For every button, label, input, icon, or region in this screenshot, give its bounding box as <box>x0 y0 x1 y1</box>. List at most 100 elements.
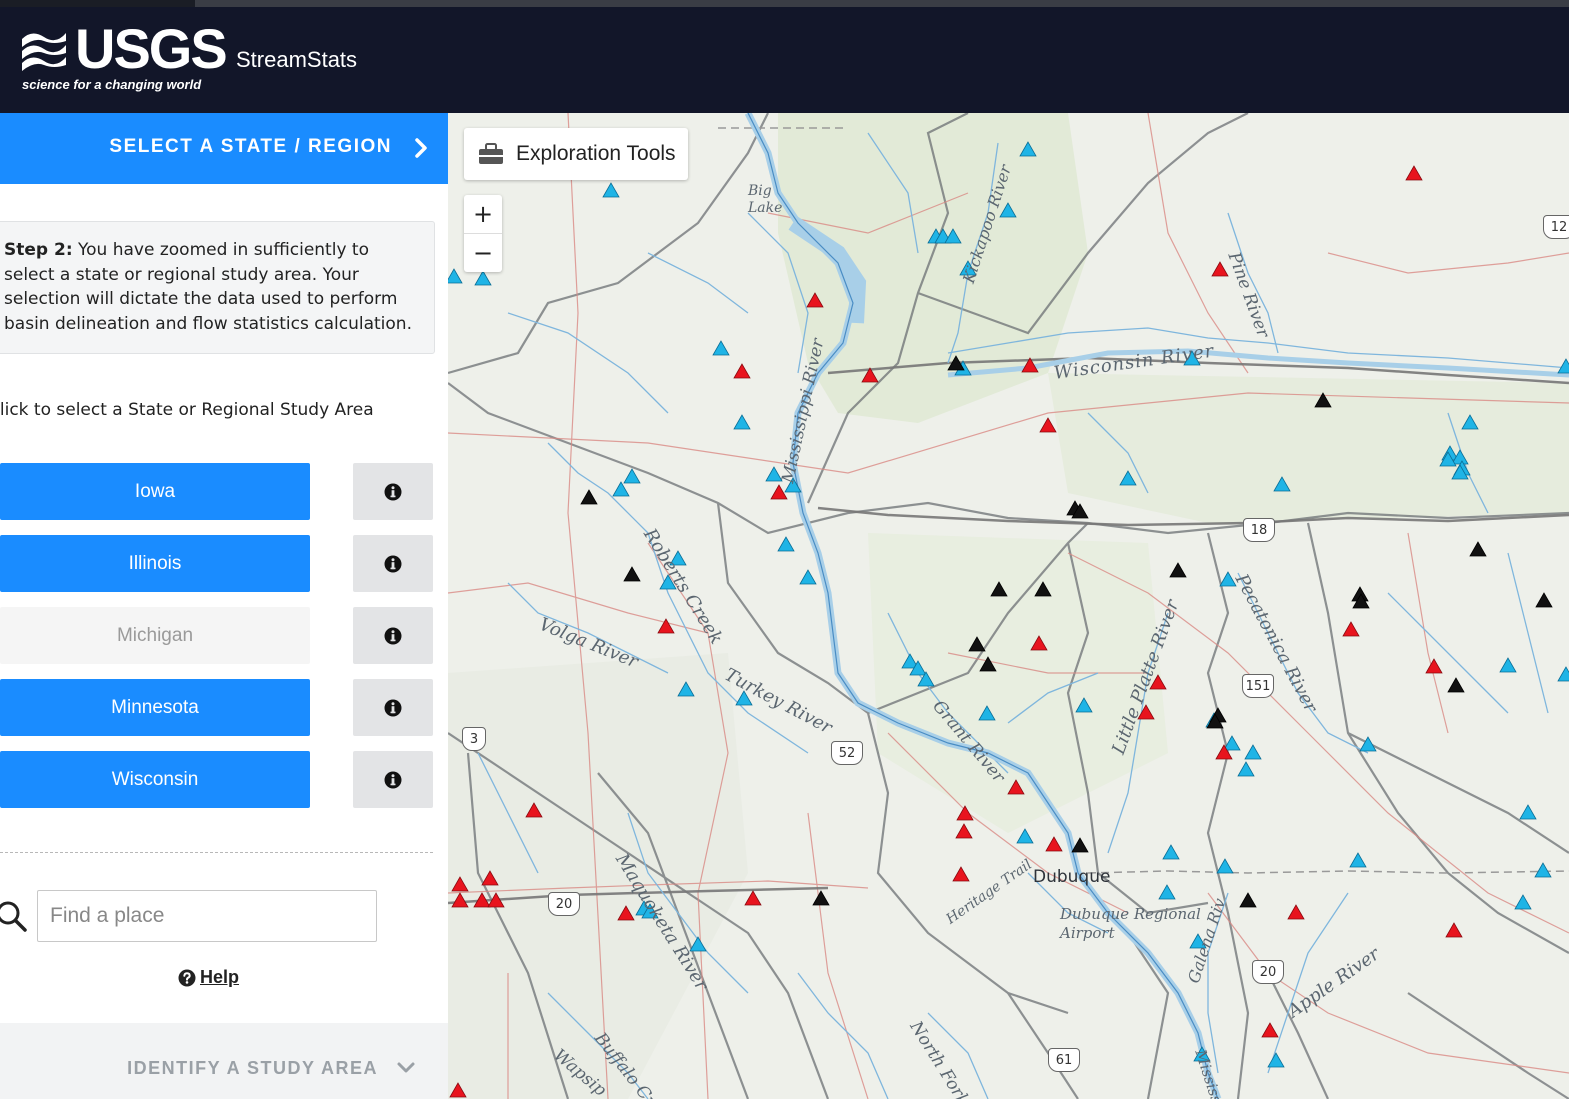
select-state-region-label: SELECT A STATE / REGION <box>109 136 392 157</box>
gage-marker-red[interactable] <box>1039 417 1057 433</box>
help-link[interactable]: Help <box>178 967 239 988</box>
gage-marker-blue[interactable] <box>1237 761 1255 777</box>
gage-marker-black[interactable] <box>1314 392 1332 408</box>
state-button-minnesota[interactable]: Minnesota <box>0 679 310 736</box>
gage-marker-red[interactable] <box>956 805 974 821</box>
info-button-illinois[interactable] <box>353 535 433 592</box>
gage-marker-blue[interactable] <box>1158 884 1176 900</box>
gage-marker-red[interactable] <box>617 905 635 921</box>
info-icon <box>384 699 402 716</box>
map-view[interactable]: Big Lake Kickapoo River Pine River Wisco… <box>448 113 1569 1099</box>
gage-marker-red[interactable] <box>451 892 469 908</box>
gage-marker-red[interactable] <box>525 802 543 818</box>
gage-marker-blue[interactable] <box>612 481 630 497</box>
gage-marker-red[interactable] <box>1342 621 1360 637</box>
gage-marker-blue[interactable] <box>677 681 695 697</box>
gage-marker-blue[interactable] <box>602 182 620 198</box>
app-title[interactable]: StreamStats <box>236 47 357 73</box>
gage-marker-blue[interactable] <box>1162 844 1180 860</box>
gage-marker-red[interactable] <box>733 363 751 379</box>
gage-marker-blue[interactable] <box>733 414 751 430</box>
gage-marker-black[interactable] <box>979 656 997 672</box>
gage-marker-black[interactable] <box>968 636 986 652</box>
gage-marker-red[interactable] <box>1405 165 1423 181</box>
gage-marker-red[interactable] <box>657 618 675 634</box>
gage-marker-red[interactable] <box>1030 635 1048 651</box>
select-state-region-header[interactable]: SELECT A STATE / REGION <box>0 113 448 184</box>
zoom-in-button[interactable]: + <box>464 195 502 233</box>
gage-marker-blue[interactable] <box>1461 414 1479 430</box>
gage-marker-red[interactable] <box>487 892 505 908</box>
state-button-iowa[interactable]: Iowa <box>0 463 310 520</box>
zoom-out-button[interactable]: − <box>464 234 502 272</box>
gage-marker-red[interactable] <box>1445 922 1463 938</box>
info-button-michigan[interactable] <box>353 607 433 664</box>
state-button-illinois[interactable]: Illinois <box>0 535 310 592</box>
gage-marker-blue[interactable] <box>777 536 795 552</box>
gage-marker-black[interactable] <box>1239 892 1257 908</box>
gage-marker-red[interactable] <box>1045 836 1063 852</box>
state-button-michigan[interactable]: Michigan <box>0 607 310 664</box>
gage-marker-blue[interactable] <box>1223 735 1241 751</box>
info-button-minnesota[interactable] <box>353 679 433 736</box>
gage-marker-red[interactable] <box>955 823 973 839</box>
gage-marker-blue[interactable] <box>1119 470 1137 486</box>
gage-marker-red[interactable] <box>1007 779 1025 795</box>
gage-marker-black[interactable] <box>1034 581 1052 597</box>
gage-marker-red[interactable] <box>744 890 762 906</box>
gage-marker-red[interactable] <box>451 876 469 892</box>
gage-marker-blue[interactable] <box>623 468 641 484</box>
gage-marker-blue[interactable] <box>1016 828 1034 844</box>
gage-marker-blue[interactable] <box>448 268 463 284</box>
gage-marker-red[interactable] <box>806 292 824 308</box>
gage-marker-black[interactable] <box>1447 677 1465 693</box>
gage-marker-red[interactable] <box>952 866 970 882</box>
gage-marker-blue[interactable] <box>1557 666 1569 682</box>
gage-marker-red[interactable] <box>449 1082 467 1098</box>
gage-marker-blue[interactable] <box>799 569 817 585</box>
search-icon[interactable] <box>0 899 28 933</box>
map-label-big-lake: Big Lake <box>748 183 783 216</box>
gage-marker-blue[interactable] <box>689 936 707 952</box>
gage-marker-red[interactable] <box>861 367 879 383</box>
gage-marker-red[interactable] <box>1021 357 1039 373</box>
gage-marker-blue[interactable] <box>1216 858 1234 874</box>
info-button-wisconsin[interactable] <box>353 751 433 808</box>
gage-marker-black[interactable] <box>623 566 641 582</box>
gage-marker-blue[interactable] <box>1557 358 1569 374</box>
identify-study-area-label: IDENTIFY A STUDY AREA <box>127 1058 378 1078</box>
gage-marker-blue[interactable] <box>1019 141 1037 157</box>
gage-marker-blue[interactable] <box>1349 852 1367 868</box>
identify-study-area-header[interactable]: IDENTIFY A STUDY AREA <box>0 1023 448 1099</box>
gage-marker-blue[interactable] <box>1359 736 1377 752</box>
gage-marker-blue[interactable] <box>1267 1052 1285 1068</box>
gage-marker-blue[interactable] <box>1244 744 1262 760</box>
state-button-wisconsin[interactable]: Wisconsin <box>0 751 310 808</box>
gage-marker-blue[interactable] <box>712 340 730 356</box>
gage-marker-black[interactable] <box>812 890 830 906</box>
gage-marker-red[interactable] <box>481 870 499 886</box>
gage-marker-red[interactable] <box>473 892 491 908</box>
gage-marker-black[interactable] <box>1535 592 1553 608</box>
gage-marker-black[interactable] <box>1169 562 1187 578</box>
gage-marker-blue[interactable] <box>474 270 492 286</box>
gage-marker-black[interactable] <box>1071 837 1089 853</box>
gage-marker-blue[interactable] <box>1519 804 1537 820</box>
gage-marker-blue[interactable] <box>1534 862 1552 878</box>
gage-marker-blue[interactable] <box>1273 476 1291 492</box>
gage-marker-blue[interactable] <box>1514 894 1532 910</box>
gage-marker-red[interactable] <box>1425 658 1443 674</box>
gage-marker-black[interactable] <box>580 489 598 505</box>
sidebar: SELECT A STATE / REGION Step 2: You have… <box>0 113 448 1099</box>
usgs-logo[interactable]: USGS science for a changing world <box>20 19 228 103</box>
gage-marker-blue[interactable] <box>1075 697 1093 713</box>
gage-marker-red[interactable] <box>1261 1022 1279 1038</box>
gage-marker-blue[interactable] <box>1499 657 1517 673</box>
find-place-input[interactable] <box>37 890 377 942</box>
gage-marker-black[interactable] <box>1469 541 1487 557</box>
gage-marker-blue[interactable] <box>978 705 996 721</box>
exploration-tools-button[interactable]: Exploration Tools <box>464 128 688 180</box>
info-button-iowa[interactable] <box>353 463 433 520</box>
gage-marker-black[interactable] <box>990 581 1008 597</box>
gage-marker-red[interactable] <box>1287 904 1305 920</box>
